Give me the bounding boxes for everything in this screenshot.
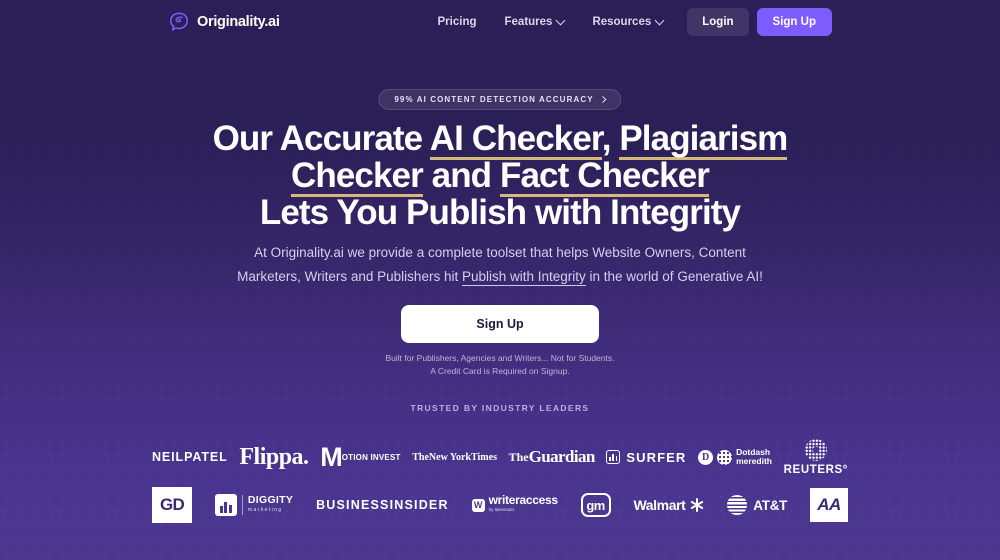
guardian-line1: The: [508, 450, 529, 464]
logo-motion-invest-label: otion invest: [341, 452, 401, 462]
brand-logo[interactable]: Originality.ai: [168, 11, 280, 33]
nav-link-pricing[interactable]: Pricing: [424, 16, 491, 28]
logo-new-york-times: The New York Times: [412, 435, 497, 479]
chevron-right-icon: [599, 95, 607, 104]
heading-text: and: [422, 156, 500, 195]
logo-gm: gm: [580, 493, 611, 517]
chevron-down-icon: [654, 15, 665, 25]
guardian-line2: Guardian: [528, 447, 596, 466]
nyt-line1: The: [412, 451, 429, 463]
writeraccess-line2: by talentcast: [488, 507, 514, 512]
logo-surfer: SURFER: [606, 435, 686, 479]
nyt-line2: New York: [428, 451, 472, 463]
nav-link-resources[interactable]: Resources: [578, 15, 677, 28]
logo-american-airlines: AA: [809, 488, 848, 522]
logo-writeraccess: W writeraccess by talentcast: [471, 483, 558, 527]
logo-business-insider: BUSINESS INSIDER: [316, 483, 449, 527]
dotdash-line1: Dotdash: [736, 446, 771, 457]
subtitle-text: in the world of Generative AI!: [585, 269, 763, 284]
logo-flippa: Flippa.: [239, 443, 309, 470]
diggity-label: DIGGITY marketing: [248, 495, 293, 515]
page-title: Our Accurate AI Checker, Plagiarism Chec…: [0, 119, 1000, 232]
signup-button-nav[interactable]: Sign Up: [756, 8, 832, 36]
bi-line1: BUSINESS: [316, 498, 390, 512]
logo-att: AT&T: [727, 483, 787, 527]
heading-highlight-fact-checker: Fact Checker: [500, 156, 710, 198]
writeraccess-mark-icon: W: [471, 498, 485, 512]
brand-name: Originality.ai: [197, 14, 280, 30]
logo-row-1: NEILPATEL Flippa. M otion invest The New…: [152, 435, 848, 479]
brain-swirl-icon: [169, 12, 189, 32]
heading-text: Our Accurate: [212, 119, 430, 158]
diggity-line2: marketing: [247, 507, 283, 513]
nav-link-features[interactable]: Features: [491, 15, 579, 28]
logo-walmart: Walmart: [633, 483, 704, 527]
dotdash-line2: meredith: [736, 456, 772, 466]
dotdash-label: Dotdash meredith: [736, 446, 772, 467]
logo-row-2: GD DIGGITY marketing BUSINESS INSIDER W …: [152, 483, 848, 527]
dotdash-grid-icon: [717, 449, 733, 465]
nav-link-resources-label: Resources: [592, 16, 652, 28]
subtitle-link[interactable]: Publish with Integrity: [461, 269, 586, 286]
fineprint-line-1: Built for Publishers, Agencies and Write…: [385, 353, 615, 363]
logo-motion-invest-mark: M: [320, 441, 342, 472]
bi-line2: INSIDER: [389, 498, 449, 512]
page-root: Originality.ai Pricing Features Resource…: [0, 0, 1000, 560]
nav-link-features-label: Features: [504, 16, 553, 28]
logo-reuters-label: REUTERS°: [783, 463, 848, 476]
logo-att-label: AT&T: [753, 497, 788, 513]
trusted-by-label: TRUSTED BY INDUSTRY LEADERS: [410, 403, 590, 413]
signup-cta-button[interactable]: Sign Up: [401, 305, 599, 343]
chevron-down-icon: [555, 15, 566, 25]
heading-line-3: Lets You Publish with Integrity: [259, 193, 741, 232]
heading-text: ,: [601, 119, 620, 158]
logo-walmart-label: Walmart: [633, 497, 686, 513]
heading-line-2: Checker and Fact Checker: [290, 156, 710, 198]
logo-diggity-marketing: DIGGITY marketing: [214, 483, 293, 527]
accuracy-badge-label: 99% AI CONTENT DETECTION ACCURACY: [394, 95, 594, 104]
logo-dotdash-meredith: D Dotdash meredith: [698, 435, 772, 479]
dotdash-circle-icon: D: [698, 449, 714, 465]
diggity-divider: [241, 495, 243, 515]
att-globe-icon: [727, 495, 748, 515]
logo-gd: GD: [152, 487, 192, 523]
heading-highlight-plagiarism: Plagiarism: [619, 119, 788, 161]
accuracy-badge[interactable]: 99% AI CONTENT DETECTION ACCURACY: [378, 89, 622, 110]
nav-links: Pricing Features Resources Login Sign Up: [424, 8, 832, 36]
logo-the-guardian: The Guardian: [508, 435, 596, 479]
logo-reuters: REUTERS°: [784, 435, 848, 479]
diggity-line1: DIGGITY: [247, 494, 294, 506]
writeraccess-label: writeraccess by talentcast: [488, 493, 558, 514]
walmart-spark-icon: [690, 498, 704, 512]
heading-highlight-checker: Checker: [290, 156, 424, 198]
hero-subtitle: At Originality.ai we provide a complete …: [235, 241, 765, 289]
cta-fineprint: Built for Publishers, Agencies and Write…: [0, 352, 1000, 378]
login-button[interactable]: Login: [687, 8, 749, 36]
fineprint-line-2: A Credit Card is Required on Signup.: [430, 366, 570, 376]
heading-line-1: Our Accurate AI Checker, Plagiarism: [213, 119, 788, 161]
heading-highlight-ai-checker: AI Checker: [429, 119, 603, 161]
reuters-burst-icon: [804, 438, 827, 461]
diggity-mark-icon: [214, 494, 237, 516]
writeraccess-line1: writeraccess: [488, 493, 558, 507]
surfer-bars-icon: [606, 450, 621, 464]
logo-neilpatel: NEILPATEL: [152, 450, 228, 464]
nyt-line3: Times: [471, 451, 497, 463]
top-navigation: Originality.ai Pricing Features Resource…: [0, 0, 1000, 44]
logo-surfer-label: SURFER: [626, 449, 687, 465]
logo-motion-invest: M otion invest: [320, 435, 400, 479]
nav-link-pricing-label: Pricing: [437, 16, 477, 28]
